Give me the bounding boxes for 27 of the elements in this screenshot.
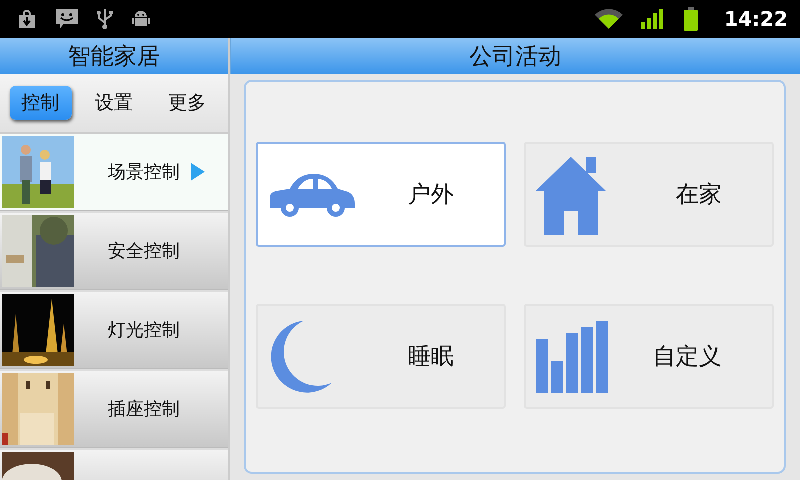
usb-icon <box>96 7 114 31</box>
menu-item[interactable]: 插座控制 <box>0 371 228 448</box>
mode-tile[interactable]: 睡眠 <box>256 304 506 409</box>
arrow-icon <box>190 162 206 182</box>
moon-icon <box>268 318 332 394</box>
item-label: 场景控制 <box>108 161 180 184</box>
tab[interactable]: 控制 <box>10 86 72 120</box>
menu-item[interactable]: 场景控制 <box>0 134 228 211</box>
mode-tile[interactable]: 在家 <box>524 142 774 247</box>
menu-item[interactable]: 灯光控制 <box>0 292 228 369</box>
sidebar-title: 智能家居 <box>0 38 228 74</box>
house-icon <box>536 154 606 234</box>
clock-time: 14:22 <box>724 7 788 31</box>
message-icon <box>54 7 80 31</box>
battery-icon <box>682 6 700 32</box>
wifi-icon <box>594 7 624 31</box>
download-icon <box>16 8 38 30</box>
mode-tile[interactable]: 户外 <box>256 142 506 247</box>
mode-tile[interactable]: 自定义 <box>524 304 774 409</box>
page-title: 公司活动 <box>230 38 800 74</box>
menu-item[interactable]: 安全控制 <box>0 213 228 290</box>
bar-chart-icon <box>536 320 610 392</box>
item-label: 插座控制 <box>108 398 180 421</box>
item-label: 安全控制 <box>108 240 180 263</box>
tab[interactable]: 设置 <box>82 86 145 120</box>
tab[interactable]: 更多 <box>156 86 218 120</box>
item-label: 灯光控制 <box>108 319 180 342</box>
